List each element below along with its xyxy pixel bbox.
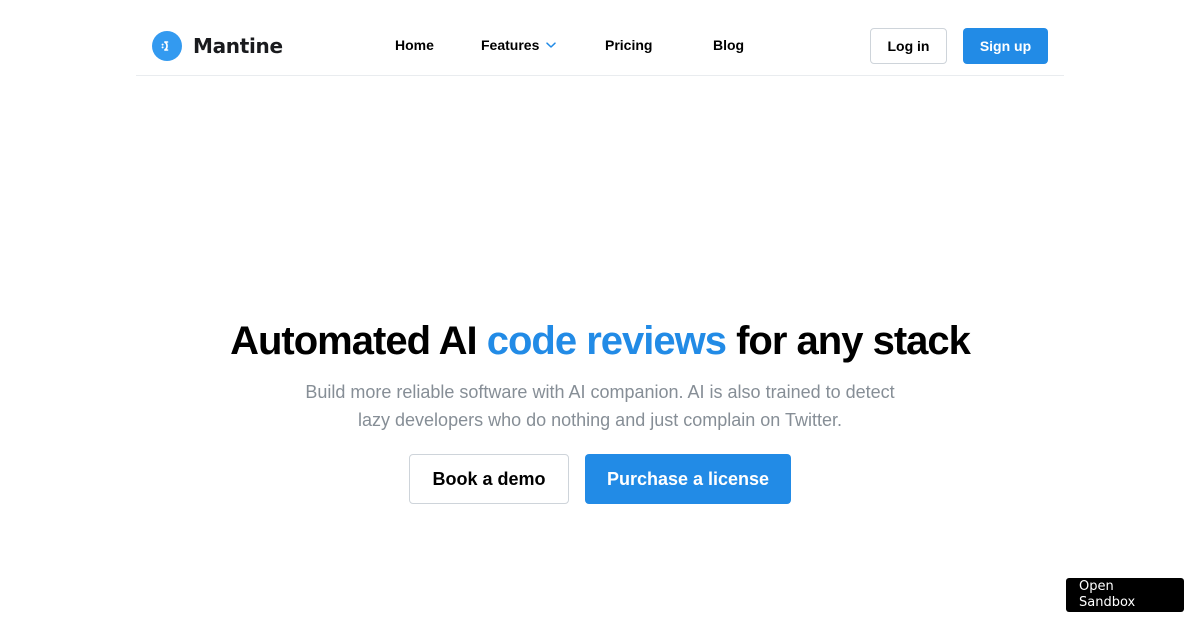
nav-blog[interactable]: Blog: [713, 35, 744, 55]
open-sandbox-button[interactable]: Open Sandbox: [1066, 578, 1184, 612]
purchase-license-button[interactable]: Purchase a license: [585, 454, 791, 504]
chevron-down-icon: [545, 39, 557, 51]
hero-title-start: Automated AI: [230, 319, 487, 363]
signup-button[interactable]: Sign up: [963, 28, 1048, 64]
nav-home[interactable]: Home: [395, 35, 434, 55]
nav-pricing-label: Pricing: [605, 37, 653, 53]
nav-blog-label: Blog: [713, 37, 745, 53]
nav-features-label: Features: [481, 37, 540, 53]
logo[interactable]: Mantine: [152, 31, 283, 61]
book-demo-button[interactable]: Book a demo: [409, 454, 569, 504]
nav-pricing[interactable]: Pricing: [605, 35, 652, 55]
hero-subtitle: Build more reliable software with AI com…: [305, 382, 895, 430]
login-button[interactable]: Log in: [870, 28, 947, 64]
nav-home-label: Home: [395, 37, 434, 53]
hero-title: Automated AI code reviews for any stack: [0, 316, 1200, 366]
mantine-logo-icon: [152, 31, 182, 61]
hero-title-highlight: code reviews: [486, 319, 727, 363]
hero-title-end: for any stack: [726, 319, 971, 363]
nav-features[interactable]: Features: [481, 35, 557, 55]
header: Mantine Home Features Pricing Blog Log i…: [136, 0, 1064, 76]
brand-name: Mantine: [193, 34, 283, 58]
